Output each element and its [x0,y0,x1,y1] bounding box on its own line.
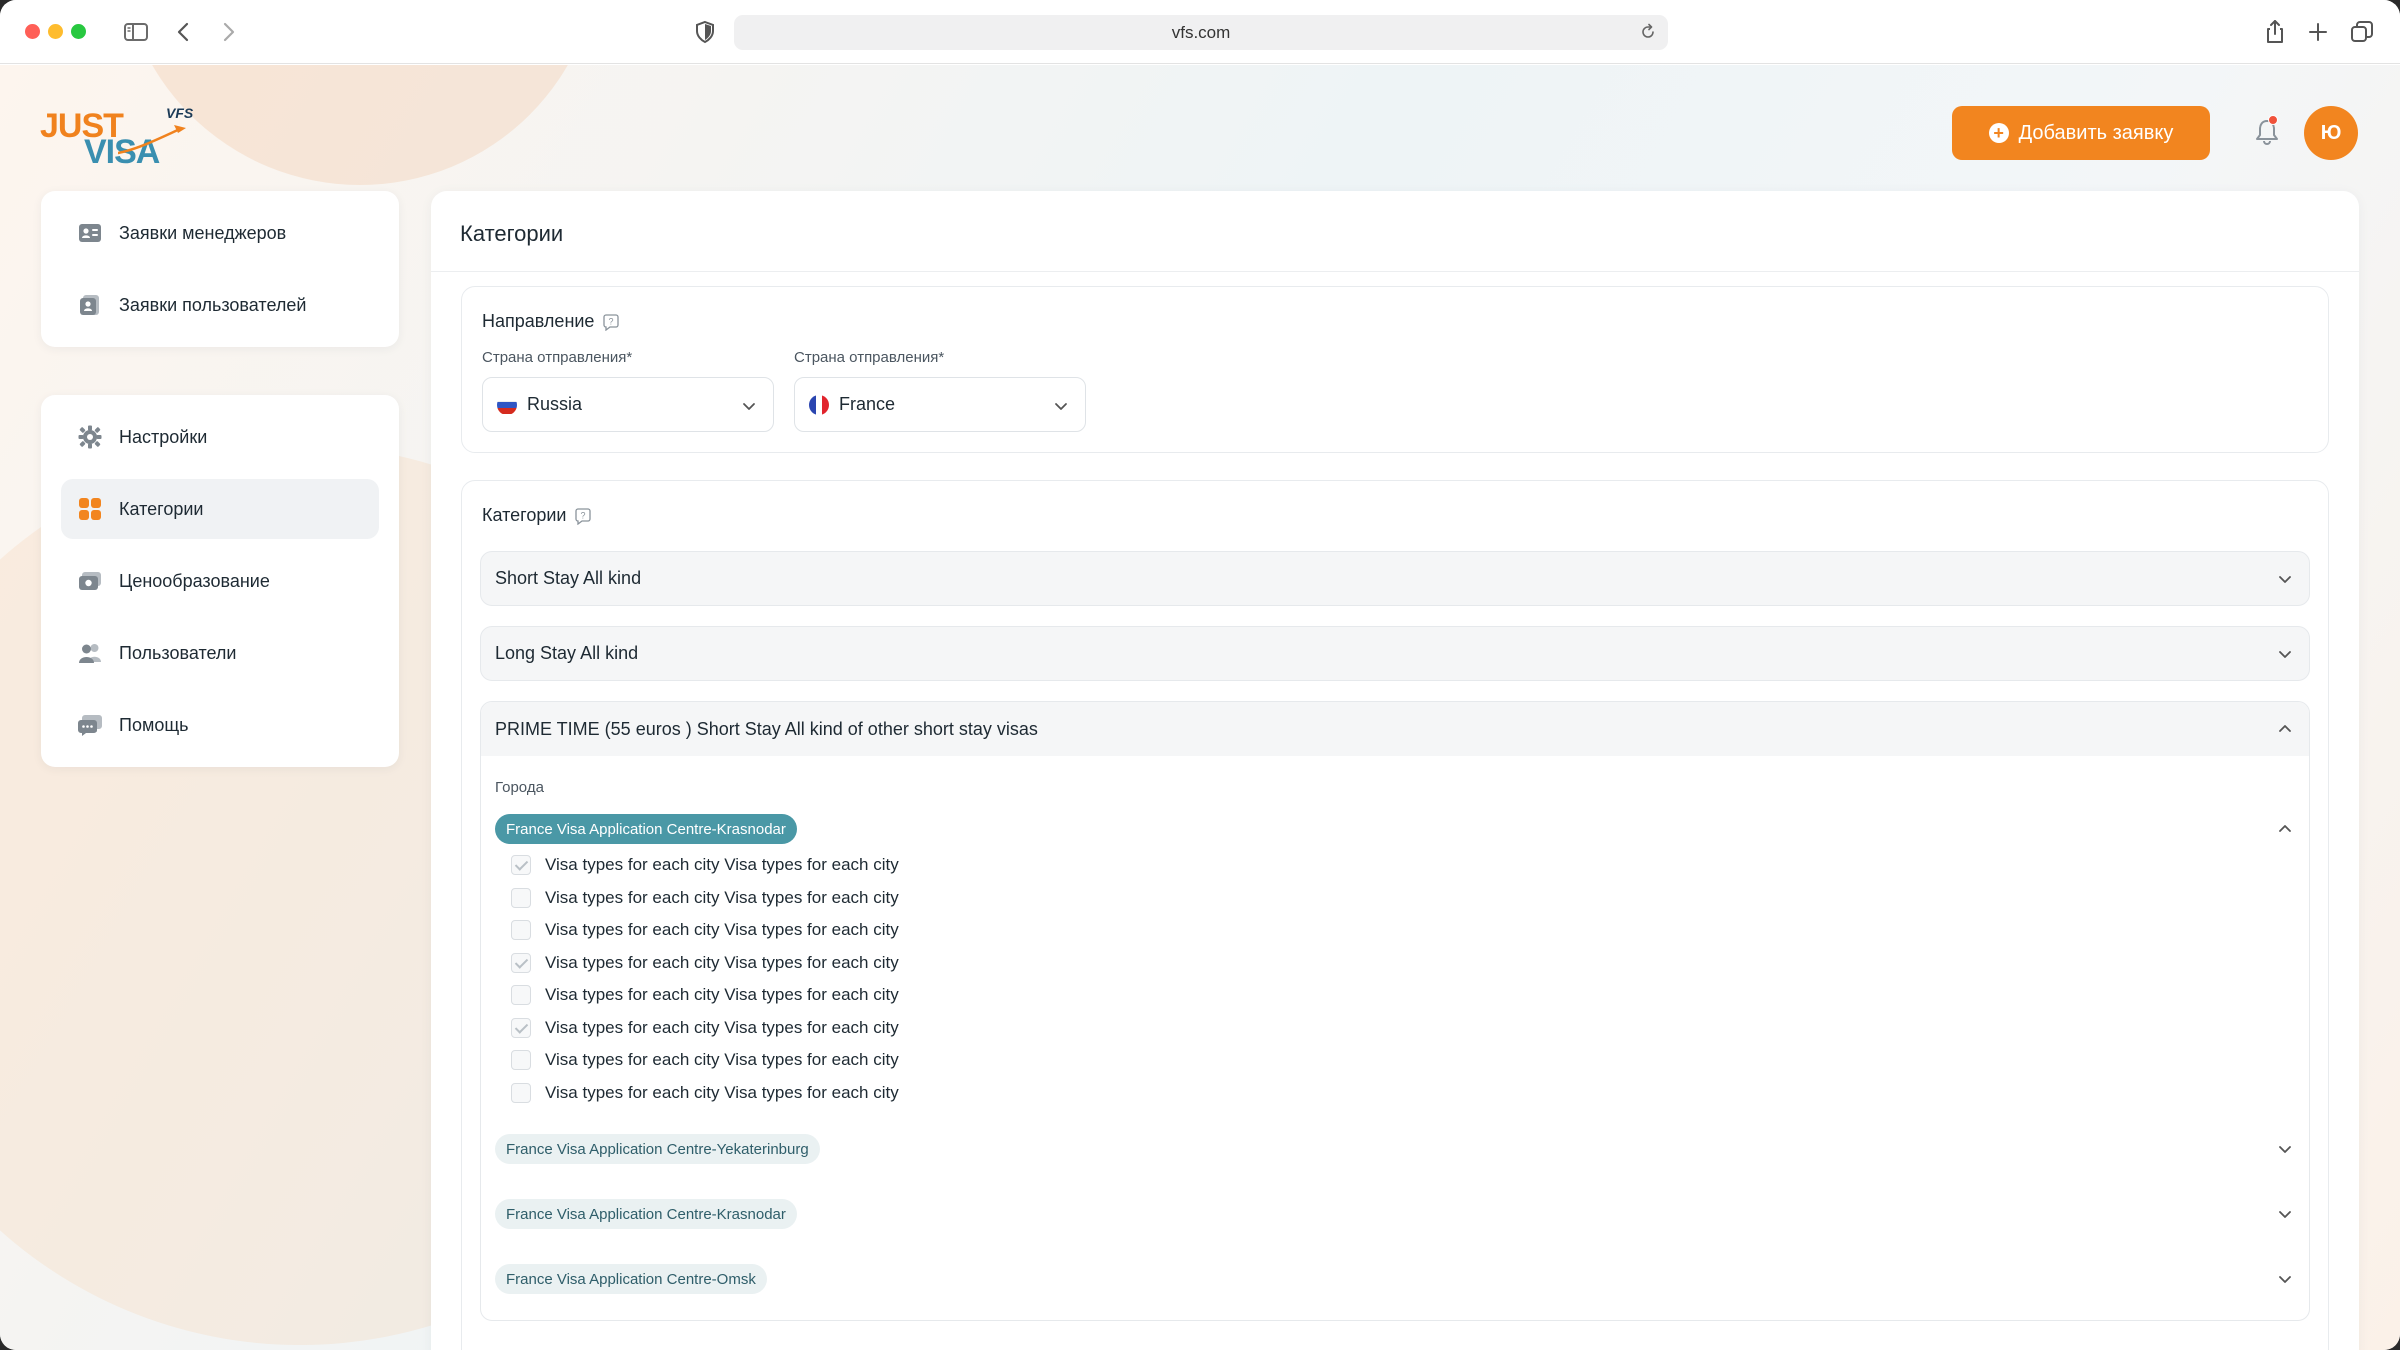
chat-icon [77,712,103,738]
chevron-down-icon[interactable] [2275,1269,2295,1289]
category-accordion-long-stay[interactable]: Long Stay All kind [480,626,2310,681]
sidebar-item-manager-requests[interactable]: Заявки менеджеров [61,203,379,263]
city-tag-krasnodar[interactable]: France Visa Application Centre-Krasnodar [495,1199,797,1229]
browser-toolbar: vfs.com [0,0,2400,64]
chevron-down-icon[interactable] [2275,1204,2295,1224]
help-icon[interactable]: ? [574,507,592,525]
sidebar-item-settings[interactable]: Настройки [61,407,379,467]
checkbox[interactable] [511,855,531,875]
city-tag-krasnodar-active[interactable]: France Visa Application Centre-Krasnodar [495,814,797,844]
checkbox[interactable] [511,920,531,940]
id-card-icon [77,220,103,246]
back-arrow-icon[interactable] [170,18,198,46]
from-country-select[interactable]: Russia [482,377,774,432]
help-icon[interactable]: ? [602,313,620,331]
checkbox[interactable] [511,1083,531,1103]
close-window-button[interactable] [25,24,40,39]
visa-type-checkbox-row[interactable]: Visa types for each city Visa types for … [511,855,899,875]
visa-type-checkbox-row[interactable]: Visa types for each city Visa types for … [511,920,899,940]
tabs-overview-icon[interactable] [2348,18,2376,46]
sidebar-nav-card: Настройки Категории Ценообразование Поль… [41,395,399,767]
direction-panel: Направление ? Страна отправления* Страна… [461,286,2329,453]
shield-icon[interactable] [691,18,719,46]
chevron-down-icon [743,403,755,410]
sidebar-item-help[interactable]: Помощь [61,695,379,755]
sidebar-item-user-requests[interactable]: Заявки пользователей [61,275,379,335]
page-title: Категории [460,221,564,246]
sidebar-item-pricing[interactable]: Ценообразование [61,551,379,611]
visa-type-checkbox-row[interactable]: Visa types for each city Visa types for … [511,1083,899,1103]
russia-flag-icon [497,394,517,415]
categories-panel: Категории ? Short Stay All kind Long Sta… [461,480,2329,1350]
svg-text:?: ? [581,510,586,520]
users-icon [77,640,103,666]
maximize-window-button[interactable] [71,24,86,39]
checkbox[interactable] [511,1018,531,1038]
reload-icon[interactable] [1638,22,1658,42]
checkbox[interactable] [511,888,531,908]
avatar[interactable]: Ю [2304,106,2358,160]
city-tag-omsk[interactable]: France Visa Application Centre-Omsk [495,1264,767,1294]
chevron-up-icon [2279,725,2291,732]
visa-type-checkbox-row[interactable]: Visa types for each city Visa types for … [511,888,899,908]
checkbox[interactable] [511,985,531,1005]
chevron-down-icon [2279,651,2291,658]
sidebar-requests-card: Заявки менеджеров Заявки пользователей [41,191,399,347]
minimize-window-button[interactable] [48,24,63,39]
main-content: Категории Направление ? Страна отправлен… [431,191,2359,1350]
to-country-select[interactable]: France [794,377,1086,432]
to-country-label: Страна отправления* [794,349,945,366]
chevron-down-icon[interactable] [2275,1139,2295,1159]
prime-time-header[interactable]: PRIME TIME (55 euros ) Short Stay All ki… [481,702,2309,756]
checkbox[interactable] [511,953,531,973]
svg-text:?: ? [609,316,614,326]
plus-icon: + [1988,123,2009,143]
bell-icon[interactable] [2250,115,2284,149]
from-country-label: Страна отправления* [482,349,633,366]
checkbox[interactable] [511,1050,531,1070]
grid-icon [77,496,103,522]
chevron-down-icon [1055,403,1067,410]
browser-window: vfs.com JUST VISA VFS + Добавить заявку … [0,0,2400,1350]
visa-type-checkbox-row[interactable]: Visa types for each city Visa types for … [511,1018,899,1038]
share-icon[interactable] [2261,18,2289,46]
categories-title: Категории ? [482,505,592,526]
sidebar-item-categories[interactable]: Категории [61,479,379,539]
city-tag-yekaterinburg[interactable]: France Visa Application Centre-Yekaterin… [495,1134,820,1164]
visa-type-checkbox-row[interactable]: Visa types for each city Visa types for … [511,985,899,1005]
france-flag-icon [809,394,829,415]
category-accordion-prime-time: PRIME TIME (55 euros ) Short Stay All ki… [480,701,2310,1321]
new-tab-icon[interactable] [2304,18,2332,46]
notification-badge [2268,115,2278,125]
visa-type-checkbox-row[interactable]: Visa types for each city Visa types for … [511,1050,899,1070]
chevron-down-icon [2279,576,2291,583]
direction-title: Направление ? [482,311,620,332]
logo[interactable]: JUST VISA VFS [38,105,208,175]
money-icon [77,568,103,594]
add-request-button[interactable]: + Добавить заявку [1952,106,2210,160]
sidebar-toggle-icon[interactable] [122,18,150,46]
address-bar[interactable]: vfs.com [734,15,1668,50]
user-requests-icon [77,292,103,318]
forward-arrow-icon[interactable] [214,18,242,46]
cities-label: Города [495,779,544,796]
gear-icon [77,424,103,450]
app-container: JUST VISA VFS + Добавить заявку Ю Заявки… [0,65,2400,1350]
visa-type-checkbox-row[interactable]: Visa types for each city Visa types for … [511,953,899,973]
url-text: vfs.com [1171,22,1231,42]
plane-icon [118,125,186,155]
category-accordion-short-stay[interactable]: Short Stay All kind [480,551,2310,606]
sidebar-item-users[interactable]: Пользователи [61,623,379,683]
chevron-up-icon[interactable] [2275,819,2295,839]
